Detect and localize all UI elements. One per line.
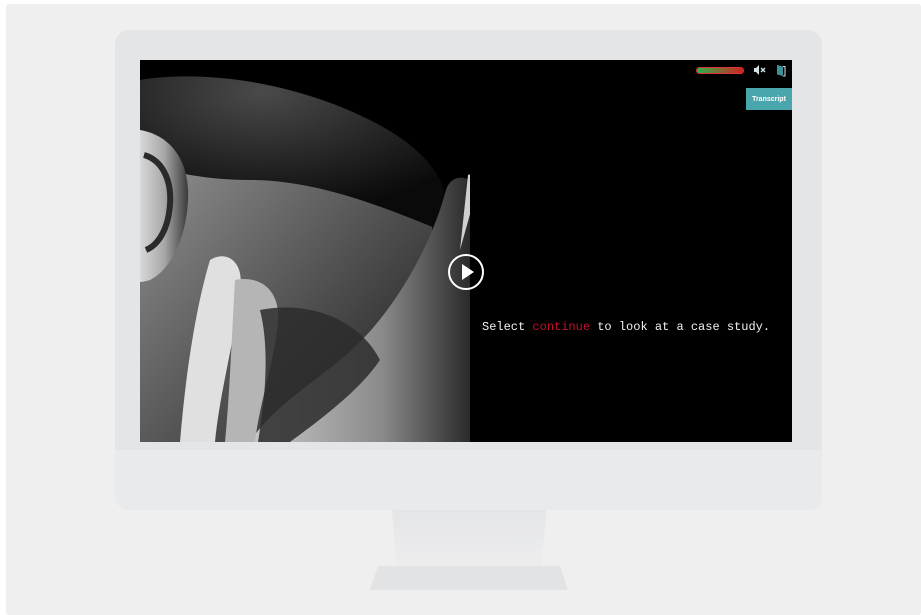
video-player-screen: Transcript Select continue to look at a … (140, 60, 792, 442)
caption-suffix: to look at a case study. (590, 320, 771, 334)
exit-door-icon[interactable] (774, 63, 788, 77)
speaker-muted-icon[interactable] (752, 63, 766, 77)
caption-prefix: Select (482, 320, 526, 334)
continue-link[interactable]: continue (532, 320, 590, 334)
transcript-button[interactable]: Transcript (746, 88, 792, 110)
play-circle-icon (448, 254, 484, 290)
monitor-stand (392, 510, 546, 572)
play-button[interactable] (447, 253, 485, 291)
progress-fill (697, 67, 743, 73)
player-toolbar (696, 60, 792, 80)
progress-bar (696, 66, 744, 74)
hero-photo (140, 60, 470, 442)
monitor-chin (115, 450, 822, 510)
instruction-caption: Select continue to look at a case study. (482, 320, 770, 334)
monitor-stand-base (370, 566, 568, 590)
